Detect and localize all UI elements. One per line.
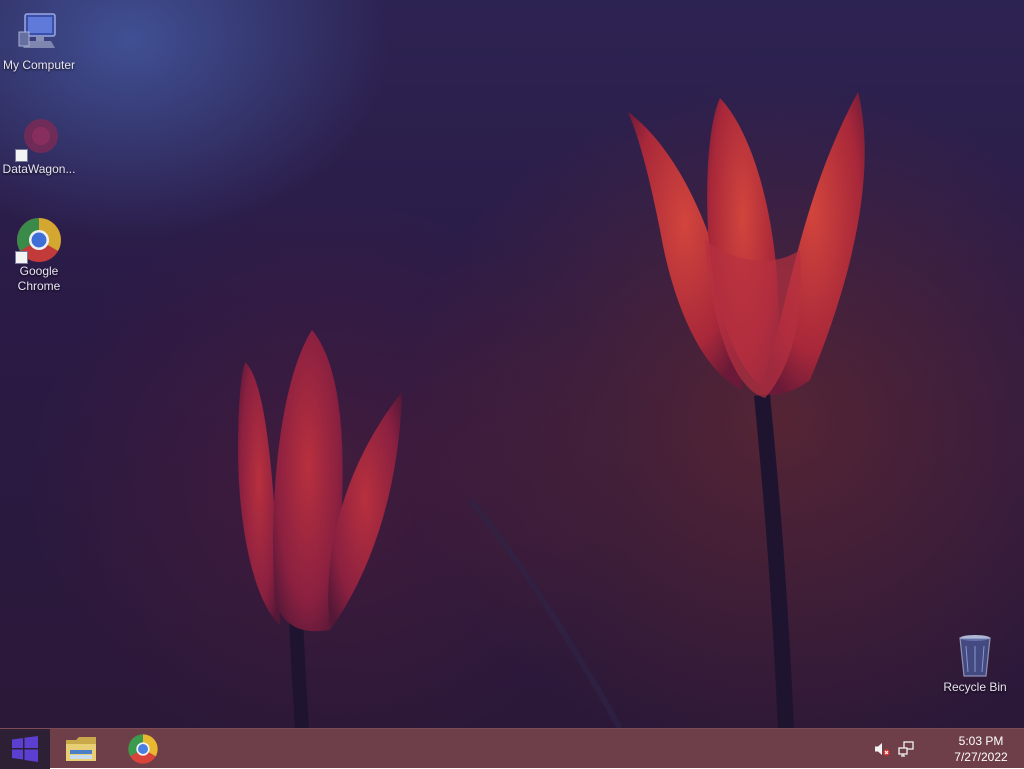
shortcut-arrow-icon bbox=[15, 251, 28, 264]
desktop-icon-datawagon[interactable]: DataWagon... bbox=[1, 114, 77, 177]
volume-muted-icon[interactable] bbox=[874, 741, 890, 757]
recycle-bin-icon bbox=[951, 632, 999, 680]
desktop-icon-my-computer[interactable]: My Computer bbox=[1, 10, 77, 73]
desktop-icon-label: DataWagon... bbox=[2, 162, 76, 176]
desktop-icon-label: Recycle Bin bbox=[943, 680, 1007, 694]
clock-date: 7/27/2022 bbox=[954, 750, 1008, 764]
shortcut-arrow-icon bbox=[15, 149, 28, 162]
chrome-icon bbox=[128, 734, 158, 764]
network-icon[interactable] bbox=[898, 741, 914, 757]
clock-time: 5:03 PM bbox=[958, 734, 1004, 748]
taskbar-file-explorer[interactable] bbox=[53, 729, 109, 769]
desktop-icon-label: My Computer bbox=[2, 58, 76, 72]
desktop[interactable]: My Computer DataWagon... Google Chrome R… bbox=[0, 0, 1024, 728]
taskbar-google-chrome[interactable] bbox=[115, 729, 171, 769]
taskbar: 5:03 PM 7/27/2022 bbox=[0, 728, 1024, 769]
chrome-icon bbox=[15, 216, 63, 264]
start-button[interactable] bbox=[0, 729, 50, 769]
desktop-icon-recycle-bin[interactable]: Recycle Bin bbox=[937, 632, 1013, 695]
datawagon-icon bbox=[15, 114, 63, 162]
folder-icon bbox=[66, 737, 96, 761]
taskbar-clock[interactable]: 5:03 PM 7/27/2022 bbox=[934, 733, 1024, 765]
computer-icon bbox=[15, 10, 63, 58]
desktop-icon-label: Google Chrome bbox=[17, 264, 61, 293]
wallpaper-tulips bbox=[238, 92, 865, 728]
windows-logo-icon bbox=[12, 736, 38, 762]
desktop-icon-google-chrome[interactable]: Google Chrome bbox=[1, 216, 77, 294]
